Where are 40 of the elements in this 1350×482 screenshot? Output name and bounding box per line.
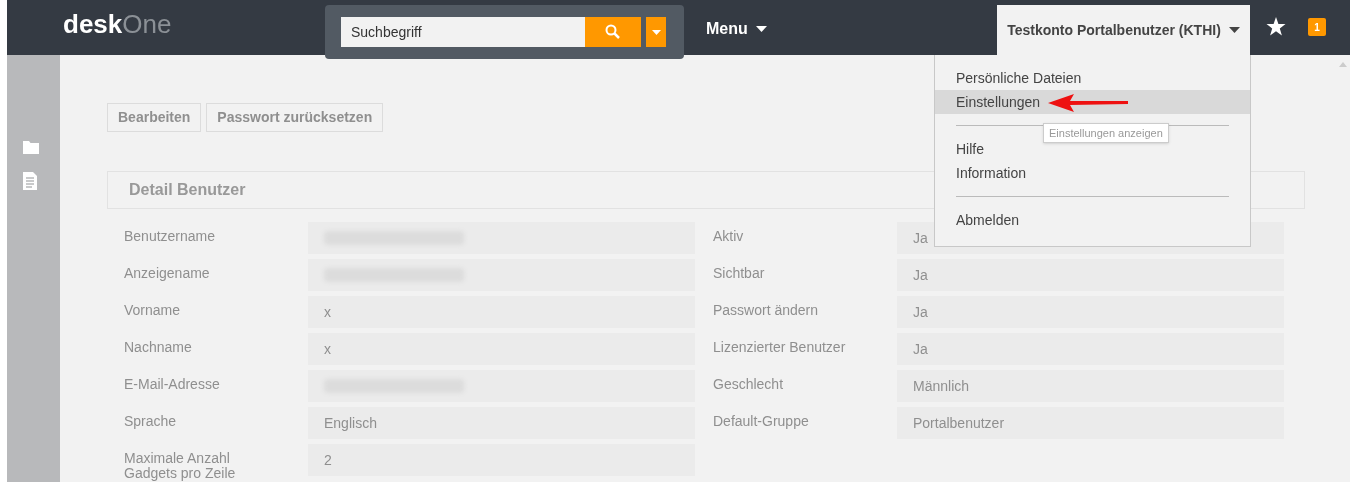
field-label: Geschlecht xyxy=(712,375,785,394)
document-icon[interactable] xyxy=(23,172,37,190)
search-dropdown-button[interactable] xyxy=(646,17,666,47)
tooltip: Einstellungen anzeigen xyxy=(1043,123,1169,143)
search-icon xyxy=(605,24,621,40)
field-value: Ja xyxy=(897,333,1284,365)
caret-icon xyxy=(1228,27,1240,33)
menu-item[interactable]: Information xyxy=(935,161,1250,185)
field-label: Sprache xyxy=(123,412,178,431)
field-label: Nachname xyxy=(123,338,193,357)
menu-button[interactable]: Menu xyxy=(706,17,767,41)
field-value: Portalbenutzer xyxy=(897,407,1284,439)
star-icon[interactable] xyxy=(1266,17,1286,36)
field-value: x xyxy=(308,296,695,328)
user-menu-button[interactable]: Testkonto Portalbenutzer (KTHI) xyxy=(997,5,1250,55)
field-value: Englisch xyxy=(308,407,695,439)
field-label: Maximale Anzahl Gadgets pro Zeile xyxy=(123,449,237,481)
scroll-up-arrow-icon xyxy=(1339,62,1347,67)
field-label: E-Mail-Adresse xyxy=(123,375,221,394)
field-value: Ja xyxy=(897,296,1284,328)
field-label: Anzeigename xyxy=(123,264,211,283)
field-label: Default-Gruppe xyxy=(712,412,810,431)
field-value: x xyxy=(308,333,695,365)
field-label: Aktiv xyxy=(712,227,745,246)
field-label: Vorname xyxy=(123,301,182,320)
field-label: Lizenzierter Benutzer xyxy=(712,338,847,357)
field-label: Benutzername xyxy=(123,227,217,246)
menu-item[interactable]: Einstellungen xyxy=(935,90,1250,114)
field-label: Sichtbar xyxy=(712,264,766,283)
logo[interactable]: deskOne xyxy=(63,10,172,37)
search-field[interactable]: Suchbegriff xyxy=(341,17,585,47)
panel-title: Detail Benutzer xyxy=(129,180,246,200)
caret-icon xyxy=(651,29,661,35)
field-label: Passwort ändern xyxy=(712,301,820,320)
field-value: Männlich xyxy=(897,370,1284,402)
search-button[interactable] xyxy=(585,17,641,47)
field-value: Ja xyxy=(897,259,1284,291)
caret-icon xyxy=(755,26,767,32)
field-value: 2 xyxy=(308,444,695,476)
menu-item[interactable]: Persönliche Dateien xyxy=(935,66,1250,90)
